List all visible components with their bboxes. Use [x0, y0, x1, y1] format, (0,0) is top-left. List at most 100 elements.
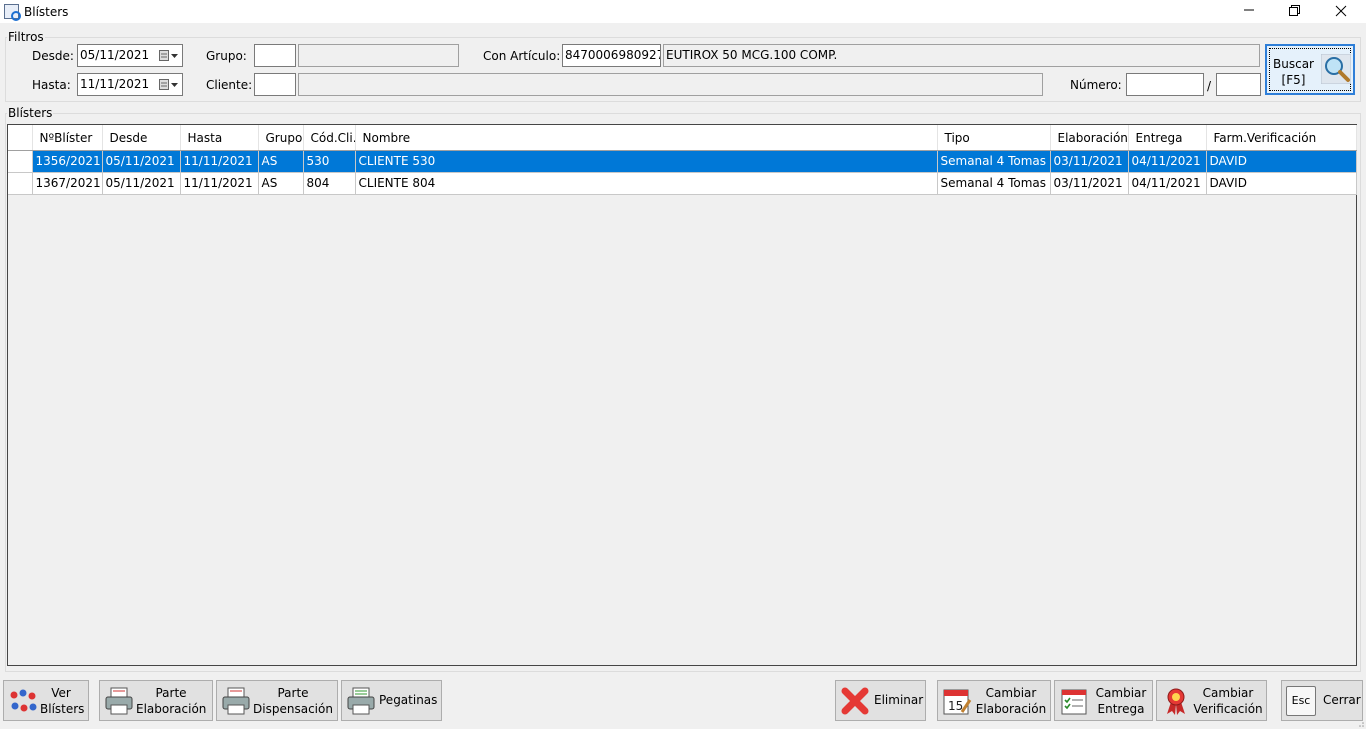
calendar-dropdown-icon[interactable]	[159, 49, 179, 62]
numero-separator: /	[1207, 79, 1212, 93]
esc-key-icon: Esc	[1286, 686, 1316, 716]
filters-legend: Filtros	[8, 30, 44, 44]
column-header-nblister[interactable]: NºBlíster	[32, 125, 103, 151]
column-header-codcli[interactable]: Cód.Cli.	[303, 125, 356, 151]
cell-hasta[interactable]: 11/11/2021	[180, 150, 259, 173]
buscar-button[interactable]: Buscar [F5]	[1265, 44, 1355, 95]
cambiar-entrega-label-1: Cambiar	[1095, 686, 1147, 700]
ver-blisters-label-1: Ver	[51, 686, 71, 700]
cell-entrega[interactable]: 04/11/2021	[1128, 150, 1207, 173]
resize-grip-icon[interactable]	[1356, 719, 1364, 727]
grid-header-row: NºBlíster Desde Hasta Grupo Cód.Cli. Nom…	[8, 125, 1357, 151]
pegatinas-button[interactable]: Pegatinas	[341, 680, 442, 721]
title-bar: Blísters	[0, 0, 1366, 23]
hasta-value: 11/11/2021	[80, 77, 150, 91]
cell-tipo[interactable]: Semanal 4 Tomas	[937, 150, 1051, 173]
award-ribbon-icon	[1167, 688, 1185, 715]
parte-dispensacion-label-2: Dispensación	[253, 702, 333, 716]
cell-farm-verificacion[interactable]: DAVID	[1206, 150, 1357, 173]
cliente-name-field	[298, 73, 1043, 96]
hasta-date-picker[interactable]: 11/11/2021	[77, 73, 183, 96]
cliente-label: Cliente:	[206, 78, 253, 92]
cell-grupo[interactable]: AS	[258, 150, 304, 173]
parte-elaboracion-button[interactable]: Parte Elaboración	[99, 680, 213, 721]
cell-nombre[interactable]: CLIENTE 804	[355, 172, 938, 195]
column-header-desde[interactable]: Desde	[102, 125, 181, 151]
desde-date-picker[interactable]: 05/11/2021	[77, 44, 183, 67]
blisters-table: NºBlíster Desde Hasta Grupo Cód.Cli. Nom…	[8, 125, 1357, 195]
cambiar-entrega-button[interactable]: Cambiar Entrega	[1054, 680, 1153, 721]
grupo-code-input[interactable]	[254, 44, 296, 67]
desde-value: 05/11/2021	[80, 48, 150, 62]
ver-blisters-label-2: Blísters	[40, 702, 85, 716]
dots-icon	[10, 689, 37, 712]
grupo-name-field	[298, 44, 459, 67]
parte-elaboracion-label-1: Parte	[155, 686, 187, 700]
calendar-icon: 15	[943, 689, 972, 715]
cell-nblister[interactable]: 1367/2021	[32, 172, 103, 195]
cell-desde[interactable]: 05/11/2021	[102, 150, 181, 173]
articulo-name-field: EUTIROX 50 MCG.100 COMP.	[663, 44, 1260, 67]
app-icon	[4, 4, 21, 21]
cell-codcli[interactable]: 530	[303, 150, 356, 173]
row-indicator	[8, 172, 33, 195]
cell-elaboracion[interactable]: 03/11/2021	[1050, 150, 1129, 173]
blisters-legend: Blísters	[8, 106, 53, 120]
numero-label: Número:	[1070, 78, 1122, 92]
column-header-elaboracion[interactable]: Elaboración	[1050, 125, 1129, 151]
parte-elaboracion-label-2: Elaboración	[136, 702, 207, 716]
column-header-nombre[interactable]: Nombre	[355, 125, 938, 151]
cliente-code-input[interactable]	[254, 73, 296, 96]
table-row[interactable]: ▶ 1356/2021 05/11/2021 11/11/2021 AS 530…	[8, 150, 1357, 173]
pegatinas-label: Pegatinas	[379, 693, 438, 707]
parte-dispensacion-label-1: Parte	[277, 686, 309, 700]
maximize-button[interactable]	[1272, 0, 1318, 23]
cambiar-verificacion-button[interactable]: Cambiar Verificación	[1156, 680, 1267, 721]
column-header-tipo[interactable]: Tipo	[937, 125, 1051, 151]
cambiar-entrega-label-2: Entrega	[1097, 702, 1145, 716]
column-header-entrega[interactable]: Entrega	[1128, 125, 1207, 151]
eliminar-label: Eliminar	[874, 693, 924, 707]
minimize-button[interactable]	[1226, 0, 1272, 23]
printer-icon	[222, 687, 250, 715]
printer-icon	[105, 687, 133, 715]
cell-tipo[interactable]: Semanal 4 Tomas	[937, 172, 1051, 195]
numero-input-1[interactable]	[1126, 73, 1204, 96]
numero-input-2[interactable]	[1216, 73, 1261, 96]
parte-dispensacion-button[interactable]: Parte Dispensación	[216, 680, 338, 721]
row-indicator-header	[8, 125, 33, 151]
calendar-checklist-icon	[1061, 689, 1087, 715]
cell-entrega[interactable]: 04/11/2021	[1128, 172, 1207, 195]
cell-hasta[interactable]: 11/11/2021	[180, 172, 259, 195]
printer-icon	[347, 687, 375, 715]
cambiar-elaboracion-label-1: Cambiar	[985, 686, 1037, 700]
cell-farm-verificacion[interactable]: DAVID	[1206, 172, 1357, 195]
cambiar-elaboracion-label-2: Elaboración	[975, 702, 1047, 716]
table-row[interactable]: 1367/2021 05/11/2021 11/11/2021 AS 804 C…	[8, 172, 1357, 195]
calendar-dropdown-icon[interactable]	[159, 78, 179, 91]
magnifier-icon	[1321, 54, 1351, 84]
blisters-grid[interactable]: NºBlíster Desde Hasta Grupo Cód.Cli. Nom…	[7, 124, 1357, 666]
cerrar-button[interactable]: Esc Cerrar	[1281, 680, 1363, 721]
delete-x-icon	[841, 687, 869, 715]
cambiar-elaboracion-button[interactable]: 15 Cambiar Elaboración	[937, 680, 1051, 721]
cell-codcli[interactable]: 804	[303, 172, 356, 195]
cell-nblister[interactable]: 1356/2021	[32, 150, 103, 173]
current-row-indicator-icon: ▶	[8, 150, 33, 173]
cambiar-verificacion-label-2: Verificación	[1193, 702, 1263, 716]
ver-blisters-button[interactable]: Ver Blísters	[3, 680, 89, 721]
close-window-button[interactable]	[1318, 0, 1364, 23]
grupo-label: Grupo:	[206, 49, 247, 63]
cell-nombre[interactable]: CLIENTE 530	[355, 150, 938, 173]
window-title: Blísters	[24, 5, 69, 19]
column-header-hasta[interactable]: Hasta	[180, 125, 259, 151]
desde-label: Desde:	[32, 49, 74, 63]
cell-desde[interactable]: 05/11/2021	[102, 172, 181, 195]
column-header-grupo[interactable]: Grupo	[258, 125, 304, 151]
articulo-code-input[interactable]: 8470006980927	[562, 44, 661, 67]
column-header-farm-verificacion[interactable]: Farm.Verificación	[1206, 125, 1357, 151]
buscar-label: Buscar [F5]	[1273, 57, 1314, 87]
cell-grupo[interactable]: AS	[258, 172, 304, 195]
cell-elaboracion[interactable]: 03/11/2021	[1050, 172, 1129, 195]
eliminar-button[interactable]: Eliminar	[835, 680, 926, 721]
